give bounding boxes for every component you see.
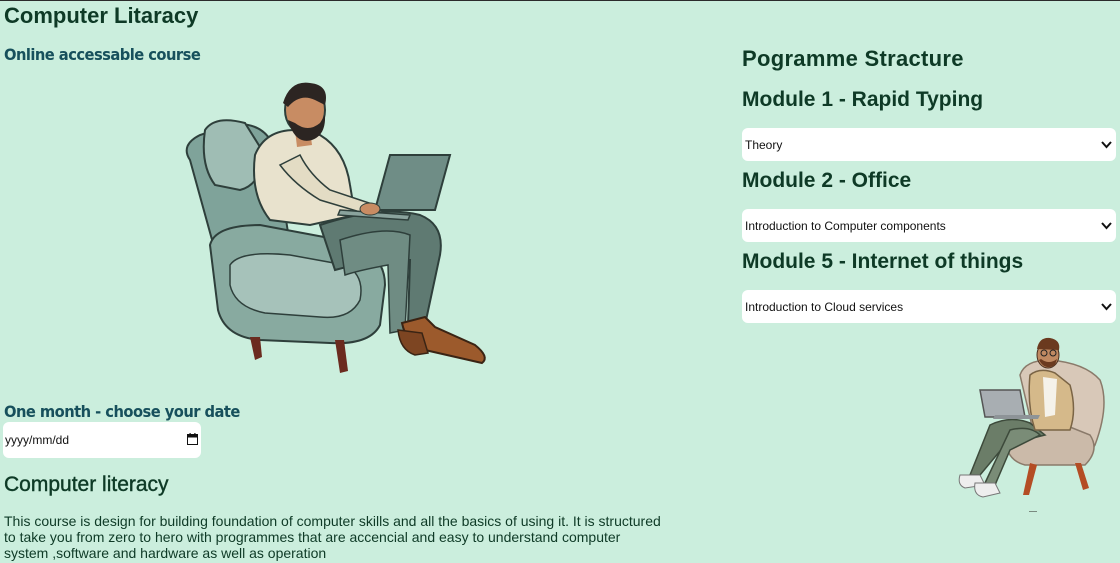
divider bbox=[1029, 511, 1037, 512]
module-5-heading: Module 5 - Internet of things bbox=[742, 250, 1024, 273]
date-input[interactable]: yyyy/mm/dd bbox=[3, 422, 201, 458]
date-input-value: yyyy/mm/dd bbox=[5, 433, 70, 447]
chevron-down-icon bbox=[1101, 303, 1112, 311]
module-1-selected: Theory bbox=[745, 137, 783, 152]
module-2-selected: Introduction to Computer components bbox=[745, 218, 946, 233]
date-label: One month - choose your date bbox=[4, 402, 240, 421]
calendar-icon[interactable] bbox=[187, 433, 198, 445]
module-1-select[interactable]: Theory bbox=[742, 128, 1116, 161]
module-5-select[interactable]: Introduction to Cloud services bbox=[742, 290, 1116, 323]
module-1-heading: Module 1 - Rapid Typing bbox=[742, 88, 984, 111]
man-on-armchair-with-laptop-image bbox=[185, 82, 486, 373]
module-5-selected: Introduction to Cloud services bbox=[745, 299, 904, 314]
section-heading: Computer literacy bbox=[4, 473, 169, 496]
module-2-heading: Module 2 - Office bbox=[742, 169, 912, 192]
chevron-down-icon bbox=[1101, 222, 1112, 230]
course-subtitle: Online accessable course bbox=[4, 45, 201, 64]
chevron-down-icon bbox=[1101, 141, 1112, 149]
course-description: This course is design for building found… bbox=[4, 513, 661, 561]
man-with-glasses-on-armchair-image bbox=[958, 337, 1105, 498]
page-title: Computer Litaracy bbox=[4, 3, 199, 28]
programme-title: Pogramme Stracture bbox=[742, 46, 964, 71]
module-2-select[interactable]: Introduction to Computer components bbox=[742, 209, 1116, 242]
top-border bbox=[0, 0, 1120, 1]
